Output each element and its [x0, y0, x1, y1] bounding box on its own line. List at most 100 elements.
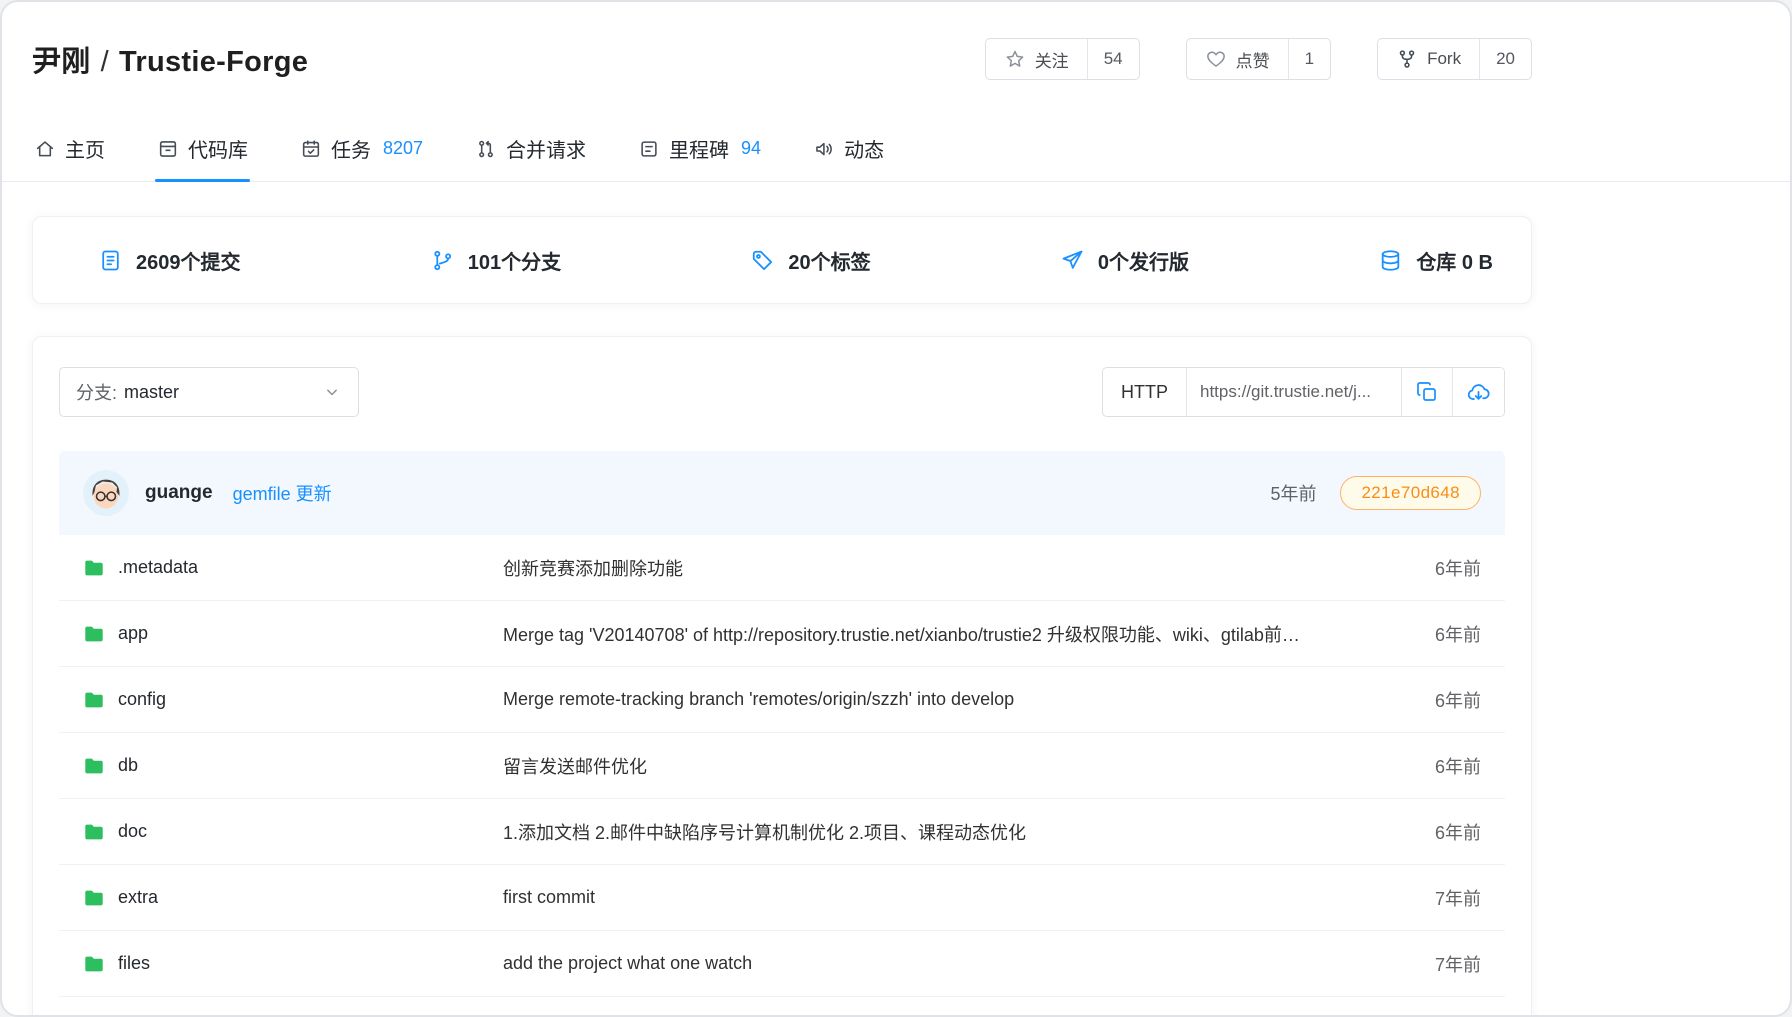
stat-tags[interactable]: 20个标签 [750, 246, 870, 275]
branch-select[interactable]: 分支: master [59, 367, 359, 417]
file-commit-message[interactable]: 创新竞赛添加删除功能 [503, 555, 1371, 581]
like-label: 点赞 [1236, 47, 1270, 72]
stat-repo-size[interactable]: 仓库 0 B [1378, 246, 1493, 275]
file-commit-message[interactable]: 1.添加文档 2.邮件中缺陷序号计算机制优化 2.项目、课程动态优化 [503, 819, 1371, 845]
table-row[interactable]: files add the project what one watch 7年前 [59, 931, 1505, 997]
repo-header: 尹刚/Trustie-Forge 关注 54 点赞 1 For [32, 2, 1532, 80]
stat-label: 0个发行版 [1098, 246, 1189, 275]
file-name: files [118, 953, 150, 974]
folder-icon [83, 887, 105, 909]
tab-issues-count: 8207 [383, 138, 423, 159]
tab-issues[interactable]: 任务 8207 [298, 120, 425, 181]
file-commit-message[interactable]: Merge tag 'V20140708' of http://reposito… [503, 621, 1371, 647]
file-link[interactable]: app [83, 623, 503, 645]
folder-icon [83, 623, 105, 645]
tab-home[interactable]: 主页 [32, 120, 107, 181]
folder-icon [83, 953, 105, 975]
clone-url-input[interactable] [1186, 368, 1401, 416]
download-button[interactable] [1452, 368, 1504, 416]
folder-icon [83, 557, 105, 579]
file-link[interactable]: doc [83, 821, 503, 843]
commit-hash-badge[interactable]: 221e70d648 [1340, 476, 1481, 510]
table-row[interactable]: extra first commit 7年前 [59, 865, 1505, 931]
file-name: app [118, 623, 148, 644]
page-title: 尹刚/Trustie-Forge [32, 38, 308, 80]
table-row[interactable]: .metadata 创新竞赛添加删除功能 6年前 [59, 535, 1505, 601]
file-link[interactable]: config [83, 689, 503, 711]
tab-label: 动态 [844, 134, 884, 163]
tab-label: 合并请求 [506, 134, 586, 163]
task-icon [300, 138, 322, 160]
file-commit-time: 7年前 [1371, 951, 1481, 977]
file-name: config [118, 689, 166, 710]
fork-count[interactable]: 20 [1479, 39, 1531, 79]
table-row[interactable]: app Merge tag 'V20140708' of http://repo… [59, 601, 1505, 667]
watch-button[interactable]: 关注 54 [985, 38, 1140, 80]
file-commit-message[interactable]: add the project what one watch [503, 953, 1371, 974]
table-row-partial[interactable] [59, 997, 1505, 1017]
tab-bar: 主页 代码库 任务 8207 合并请求 里程碑 94 动态 [2, 120, 1790, 182]
branch-icon [430, 248, 455, 273]
copy-icon [1415, 380, 1439, 404]
stat-commits[interactable]: 2609个提交 [98, 246, 241, 275]
activity-icon [813, 138, 835, 160]
heart-icon [1205, 48, 1227, 70]
tab-label: 任务 [331, 134, 371, 163]
latest-commit-row: guange gemfile 更新 5年前 221e70d648 [59, 451, 1505, 535]
home-icon [34, 138, 56, 160]
release-icon [1060, 248, 1085, 273]
cloud-download-icon [1466, 380, 1491, 405]
watch-label: 关注 [1035, 47, 1069, 72]
copy-url-button[interactable] [1401, 368, 1452, 416]
folder-icon [83, 755, 105, 777]
file-commit-message[interactable]: Merge remote-tracking branch 'remotes/or… [503, 689, 1371, 710]
commit-author[interactable]: guange [145, 482, 213, 504]
file-link[interactable]: extra [83, 887, 503, 909]
file-commit-time: 6年前 [1371, 753, 1481, 779]
stat-label: 仓库 0 B [1416, 246, 1493, 275]
table-row[interactable]: db 留言发送邮件优化 6年前 [59, 733, 1505, 799]
merge-request-icon [475, 138, 497, 160]
file-commit-message[interactable]: first commit [503, 887, 1371, 908]
file-commit-time: 6年前 [1371, 687, 1481, 713]
table-row[interactable]: config Merge remote-tracking branch 'rem… [59, 667, 1505, 733]
folder-icon [83, 821, 105, 843]
like-button[interactable]: 点赞 1 [1186, 38, 1331, 80]
file-table: .metadata 创新竞赛添加删除功能 6年前 app Merge tag '… [59, 535, 1505, 1017]
folder-icon [83, 689, 105, 711]
fork-label: Fork [1427, 49, 1461, 69]
tab-label: 里程碑 [669, 134, 729, 163]
tab-label: 代码库 [188, 134, 248, 163]
tab-activity[interactable]: 动态 [811, 120, 886, 181]
tab-label: 主页 [65, 134, 105, 163]
owner-link[interactable]: 尹刚 [32, 46, 91, 78]
file-name: .metadata [118, 557, 198, 578]
repo-link[interactable]: Trustie-Forge [119, 46, 308, 78]
protocol-button[interactable]: HTTP [1103, 368, 1186, 416]
avatar-image [83, 470, 129, 516]
branch-select-value: master [124, 382, 179, 403]
file-link[interactable]: db [83, 755, 503, 777]
tab-milestones[interactable]: 里程碑 94 [636, 120, 763, 181]
chevron-down-icon [322, 382, 342, 402]
stat-label: 2609个提交 [136, 246, 241, 275]
database-icon [1378, 248, 1403, 273]
watch-count[interactable]: 54 [1087, 39, 1139, 79]
table-row[interactable]: doc 1.添加文档 2.邮件中缺陷序号计算机制优化 2.项目、课程动态优化 6… [59, 799, 1505, 865]
fork-button[interactable]: Fork 20 [1377, 38, 1532, 80]
tab-code[interactable]: 代码库 [155, 120, 250, 181]
file-name: doc [118, 821, 147, 842]
file-link[interactable]: .metadata [83, 557, 503, 579]
stat-releases[interactable]: 0个发行版 [1060, 246, 1189, 275]
tab-merge-requests[interactable]: 合并请求 [473, 120, 588, 181]
avatar[interactable] [83, 470, 129, 516]
file-link[interactable]: files [83, 953, 503, 975]
repo-icon [157, 138, 179, 160]
like-count[interactable]: 1 [1288, 39, 1330, 79]
file-commit-message[interactable]: 留言发送邮件优化 [503, 753, 1371, 779]
stat-branches[interactable]: 101个分支 [430, 246, 561, 275]
clone-url-group: HTTP [1102, 367, 1505, 417]
tag-icon [750, 248, 775, 273]
stat-label: 20个标签 [788, 246, 870, 275]
commit-message-link[interactable]: gemfile 更新 [233, 480, 332, 506]
